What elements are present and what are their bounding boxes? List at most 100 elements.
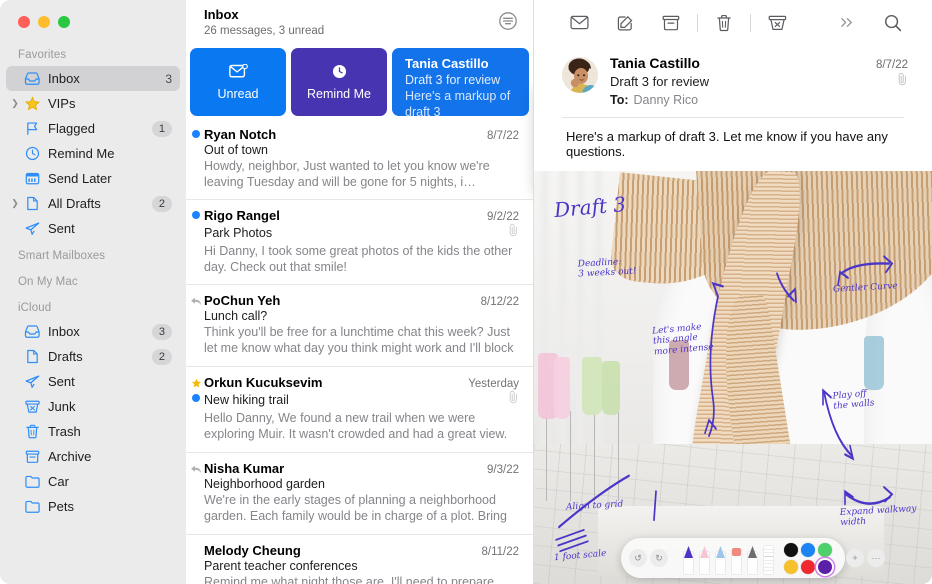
message-list-item-selected[interactable]: Tania Castillo Draft 3 for review Here's… (392, 48, 529, 116)
compose-button[interactable] (602, 7, 648, 39)
sidebar-item-drafts[interactable]: ❯ Drafts2 (6, 344, 180, 369)
minimize-button[interactable] (38, 16, 50, 28)
vip-star-icon (191, 378, 202, 389)
sidebar-item-label: Trash (48, 424, 172, 439)
sidebar-item-trash[interactable]: ❯ Trash (6, 419, 180, 444)
message-list-item[interactable]: Melody Cheung8/11/22Parent teacher confe… (186, 535, 533, 584)
close-button[interactable] (18, 16, 30, 28)
undo-icon[interactable]: ↺ (629, 549, 647, 567)
sidebar-item-flagged[interactable]: ❯Flagged1 (6, 116, 180, 141)
sidebar-item-vips[interactable]: ❯ VIPs (6, 91, 180, 116)
archive-button[interactable] (648, 7, 694, 39)
sidebar-item-car[interactable]: ❯Car (6, 469, 180, 494)
chevron-right-icon[interactable]: ❯ (8, 199, 22, 208)
mark-unread-button[interactable] (556, 7, 602, 39)
unread-envelope-icon (229, 64, 248, 79)
message-date: 8/7/22 (487, 130, 519, 142)
paper-plane-icon (22, 221, 42, 236)
toolbar-divider (697, 14, 698, 32)
search-button[interactable] (870, 7, 916, 39)
color-swatch[interactable] (818, 543, 832, 557)
pen-tool[interactable] (682, 542, 695, 574)
message-sender: Rigo Rangel (204, 208, 479, 223)
sidebar-item-inbox[interactable]: ❯ Inbox3 (6, 319, 180, 344)
envelope-icon (570, 15, 589, 30)
disclosure-spacer: ❯ (8, 327, 22, 336)
archive-icon (662, 15, 680, 31)
ruler-tool[interactable] (762, 542, 775, 574)
vip-star-icon (190, 378, 202, 389)
more-button[interactable] (824, 7, 870, 39)
toolbar-divider (750, 14, 751, 32)
junk-icon (768, 15, 787, 31)
message-list-item[interactable]: Ryan Notch8/7/22Out of townHowdy, neighb… (186, 119, 533, 200)
sidebar-section-header: iCloud (0, 293, 186, 319)
sidebar-item-inbox[interactable]: ❯ Inbox3 (6, 66, 180, 91)
message-preview: Remind me what night those are. I'll nee… (204, 575, 519, 584)
chevron-right-icon[interactable]: ❯ (8, 99, 22, 108)
inbox-icon (22, 71, 42, 86)
redo-icon[interactable]: ↻ (650, 549, 668, 567)
sidebar-item-label: Inbox (48, 71, 160, 86)
lasso-tool[interactable] (746, 542, 759, 574)
marked-up-image-attachment[interactable]: Draft 3Deadline: 3 weeks out!Let's make … (534, 171, 932, 584)
sidebar-item-remind-me[interactable]: ❯ Remind Me (6, 141, 180, 166)
markup-annotation: Play off the walls (832, 388, 875, 412)
message-sender: Melody Cheung (204, 543, 473, 558)
swipe-action-unread[interactable]: Unread (190, 48, 286, 116)
ellipsis-icon[interactable]: ··· (867, 549, 885, 567)
message-date: 8/11/22 (481, 546, 519, 558)
sidebar-item-label: VIPs (48, 96, 172, 111)
swipe-action-unread-label: Unread (218, 87, 259, 101)
disclosure-spacer: ❯ (8, 149, 22, 158)
message-list-item[interactable]: Nisha Kumar9/3/22Neighborhood gardenWe'r… (186, 453, 533, 535)
disclosure-spacer: ❯ (8, 427, 22, 436)
filter-icon[interactable] (497, 10, 519, 32)
sidebar-item-all-drafts[interactable]: ❯ All Drafts2 (6, 191, 180, 216)
sidebar-item-archive[interactable]: ❯ Archive (6, 444, 180, 469)
message-preview: Hello Danny, We found a new trail when w… (204, 411, 519, 443)
junk-button[interactable] (754, 7, 800, 39)
highlighter-tool[interactable] (698, 542, 711, 574)
sidebar-item-label: Sent (48, 374, 172, 389)
sidebar-item-pets[interactable]: ❯Pets (6, 494, 180, 519)
color-swatch[interactable] (801, 543, 815, 557)
pencil-tool[interactable] (714, 542, 727, 574)
zoom-button[interactable] (58, 16, 70, 28)
unread-dot (190, 211, 202, 219)
message-preview: Think you'll be free for a lunchtime cha… (204, 325, 519, 357)
paperclip-icon (508, 390, 519, 409)
color-swatch[interactable] (784, 543, 798, 557)
selected-sender: Tania Castillo (405, 56, 517, 72)
sidebar-item-sent[interactable]: ❯ Sent (6, 216, 180, 241)
message-list-item[interactable]: PoChun Yeh8/12/22Lunch call?Think you'll… (186, 285, 533, 367)
star-icon (22, 96, 42, 111)
message-preview: Hi Danny, I took some great photos of th… (204, 244, 519, 275)
sidebar: Favorites❯ Inbox3❯VIPs❯Flagged1❯ Remind … (0, 0, 186, 584)
color-swatch[interactable] (818, 560, 832, 574)
message-header: Tania Castillo 8/7/22 Draft 3 for review… (534, 45, 932, 107)
plus-icon[interactable]: + (846, 549, 864, 567)
to-recipient[interactable]: Danny Rico (634, 93, 699, 107)
trash-icon (22, 424, 42, 439)
color-swatch[interactable] (784, 560, 798, 574)
message-subject: Lunch call? (204, 309, 519, 323)
sidebar-item-label: Junk (48, 399, 172, 414)
sidebar-item-junk[interactable]: ❯ Junk (6, 394, 180, 419)
message-sender: Ryan Notch (204, 127, 479, 142)
eraser-tool[interactable] (730, 542, 743, 574)
sidebar-item-send-later[interactable]: ❯ Send Later (6, 166, 180, 191)
sidebar-item-sent[interactable]: ❯ Sent (6, 369, 180, 394)
delete-button[interactable] (701, 7, 747, 39)
sidebar-section-header: On My Mac (0, 267, 186, 293)
message-subject: New hiking trail (204, 393, 502, 407)
markup-annotation: Expand walkway width (840, 504, 918, 529)
message-list-item[interactable]: Rigo Rangel9/2/22Park PhotosHi Danny, I … (186, 200, 533, 285)
document-icon (22, 196, 42, 211)
message-list-item[interactable]: Orkun KucuksevimYesterdayNew hiking trai… (186, 367, 533, 453)
replied-icon (190, 296, 202, 307)
disclosure-spacer: ❯ (8, 74, 22, 83)
swipe-action-remind-me[interactable]: Remind Me (291, 48, 387, 116)
color-swatch[interactable] (801, 560, 815, 574)
message-date: 8/12/22 (481, 296, 519, 308)
